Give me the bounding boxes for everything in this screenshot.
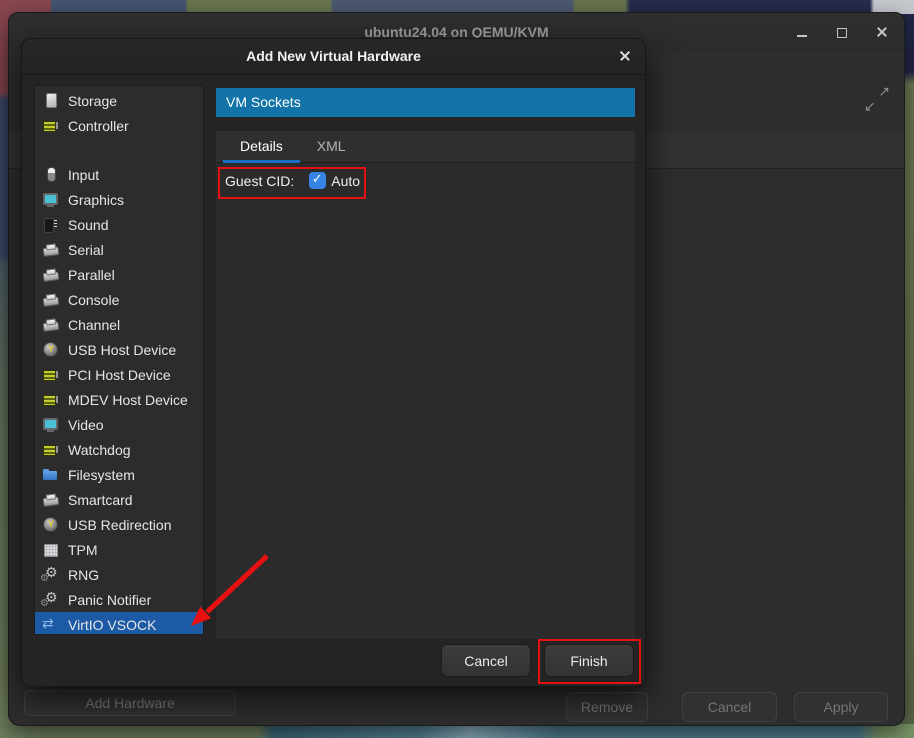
add-hardware-button[interactable]: Add Hardware	[24, 690, 236, 716]
parallel-device-icon	[42, 266, 59, 283]
hardware-type-item[interactable]: Parallel	[35, 262, 203, 287]
hardware-type-item[interactable]: Controller	[35, 113, 203, 138]
hardware-type-label: Console	[68, 292, 119, 308]
vm-window-controls	[794, 13, 890, 51]
hardware-type-item[interactable]: MDEV Host Device	[35, 387, 203, 412]
sound-speaker-icon	[42, 216, 59, 233]
dialog-titlebar[interactable]: Add New Virtual Hardware	[22, 39, 645, 75]
hardware-type-item[interactable]: PCI Host Device	[35, 362, 203, 387]
guest-cid-row: Guest CID: Auto	[225, 172, 360, 189]
hardware-type-label: PCI Host Device	[68, 367, 171, 383]
hardware-type-label: Smartcard	[68, 492, 133, 508]
hardware-type-label: Storage	[68, 93, 117, 109]
panel-tabstrip: Details XML	[216, 131, 635, 163]
minimize-icon[interactable]	[794, 24, 810, 40]
hardware-type-label: Graphics	[68, 192, 124, 208]
vm-cancel-button[interactable]: Cancel	[682, 692, 777, 722]
panel-tab[interactable]: Details	[223, 131, 300, 163]
hardware-type-label: Watchdog	[68, 442, 131, 458]
hardware-type-label: RNG	[68, 567, 99, 583]
video-display-icon	[42, 416, 59, 433]
panel-content: Guest CID: Auto	[216, 163, 635, 639]
panic-notifier-gears-icon	[42, 591, 59, 608]
usb-host-device-icon	[42, 341, 59, 358]
pci-host-chip-icon	[42, 366, 59, 383]
hardware-type-item[interactable]: Console	[35, 287, 203, 312]
mdev-host-chip-icon	[42, 391, 59, 408]
hardware-type-label: Filesystem	[68, 467, 135, 483]
hardware-type-label: VirtIO VSOCK	[68, 617, 156, 633]
auto-label: Auto	[331, 173, 360, 189]
channel-device-icon	[42, 316, 59, 333]
tab-label: XML	[317, 138, 346, 154]
hardware-type-item[interactable]: Sound	[35, 212, 203, 237]
hardware-type-label: USB Redirection	[68, 517, 172, 533]
panel-header: VM Sockets	[216, 88, 635, 117]
smartcard-device-icon	[42, 491, 59, 508]
hardware-type-item[interactable]: Graphics	[35, 187, 203, 212]
usb-redirection-icon	[42, 516, 59, 533]
tab-label: Details	[240, 138, 283, 154]
fullscreen-arrows-icon[interactable]: ↗ ↙	[864, 86, 890, 112]
hardware-type-item[interactable]: Serial	[35, 237, 203, 262]
hardware-type-label: Sound	[68, 217, 108, 233]
hardware-type-item[interactable]: Filesystem	[35, 462, 203, 487]
hardware-type-item[interactable]: Storage	[35, 88, 203, 113]
hardware-type-label: Input	[68, 167, 99, 183]
wallpaper-bottom-strip	[0, 724, 914, 738]
hardware-type-item[interactable]: Smartcard	[35, 487, 203, 512]
arrow-up-right-icon: ↗	[878, 83, 890, 100]
hardware-type-item[interactable]: Video	[35, 412, 203, 437]
hardware-type-label: USB Host Device	[68, 342, 176, 358]
hardware-type-label: MDEV Host Device	[68, 392, 188, 408]
arrow-down-left-icon: ↙	[864, 98, 876, 115]
graphics-display-icon	[42, 191, 59, 208]
serial-device-icon	[42, 241, 59, 258]
auto-checkbox[interactable]	[309, 172, 326, 189]
desktop: ubuntu24.04 on QEMU/KVM ↗ ↙ Add Hardware…	[0, 0, 914, 738]
close-icon[interactable]	[874, 24, 890, 40]
rng-gears-icon	[42, 566, 59, 583]
panel-tab[interactable]: XML	[300, 131, 363, 163]
hardware-type-label: Serial	[68, 242, 104, 258]
maximize-icon[interactable]	[834, 24, 850, 40]
hardware-type-item[interactable]: VirtIO VSOCK	[35, 612, 203, 635]
input-mouse-icon	[42, 166, 59, 183]
remove-button[interactable]: Remove	[566, 692, 648, 722]
console-device-icon	[42, 291, 59, 308]
hardware-type-item[interactable]: Panic Notifier	[35, 587, 203, 612]
hardware-type-item[interactable]: Channel	[35, 312, 203, 337]
hardware-type-label: Channel	[68, 317, 120, 333]
tpm-chip-icon	[42, 541, 59, 558]
hardware-type-list: Storage Controller Input Graphics Sound …	[34, 85, 204, 635]
hardware-type-item[interactable]: RNG	[35, 562, 203, 587]
add-hardware-dialog: Add New Virtual Hardware Storage Control…	[21, 38, 646, 687]
watchdog-chip-icon	[42, 441, 59, 458]
dialog-title: Add New Virtual Hardware	[22, 39, 645, 74]
dialog-close-icon[interactable]	[613, 44, 637, 68]
guest-cid-label: Guest CID:	[225, 173, 294, 189]
hardware-type-label: Parallel	[68, 267, 115, 283]
hardware-type-label: TPM	[68, 542, 98, 558]
storage-disk-icon	[42, 92, 59, 109]
hardware-type-item[interactable]: TPM	[35, 537, 203, 562]
apply-button[interactable]: Apply	[794, 692, 888, 722]
hardware-type-item[interactable]: USB Redirection	[35, 512, 203, 537]
hardware-type-item[interactable]: Input	[35, 162, 203, 187]
controller-chip-icon	[42, 117, 59, 134]
filesystem-folder-icon	[42, 466, 59, 483]
finish-button[interactable]: Finish	[544, 644, 634, 677]
dialog-cancel-button[interactable]: Cancel	[441, 644, 531, 677]
hardware-type-label: Video	[68, 417, 104, 433]
vsock-arrows-icon	[42, 616, 59, 633]
hardware-type-item[interactable]: USB Host Device	[35, 337, 203, 362]
hardware-type-label: Panic Notifier	[68, 592, 151, 608]
hardware-type-item[interactable]: Watchdog	[35, 437, 203, 462]
hardware-type-label: Controller	[68, 118, 129, 134]
